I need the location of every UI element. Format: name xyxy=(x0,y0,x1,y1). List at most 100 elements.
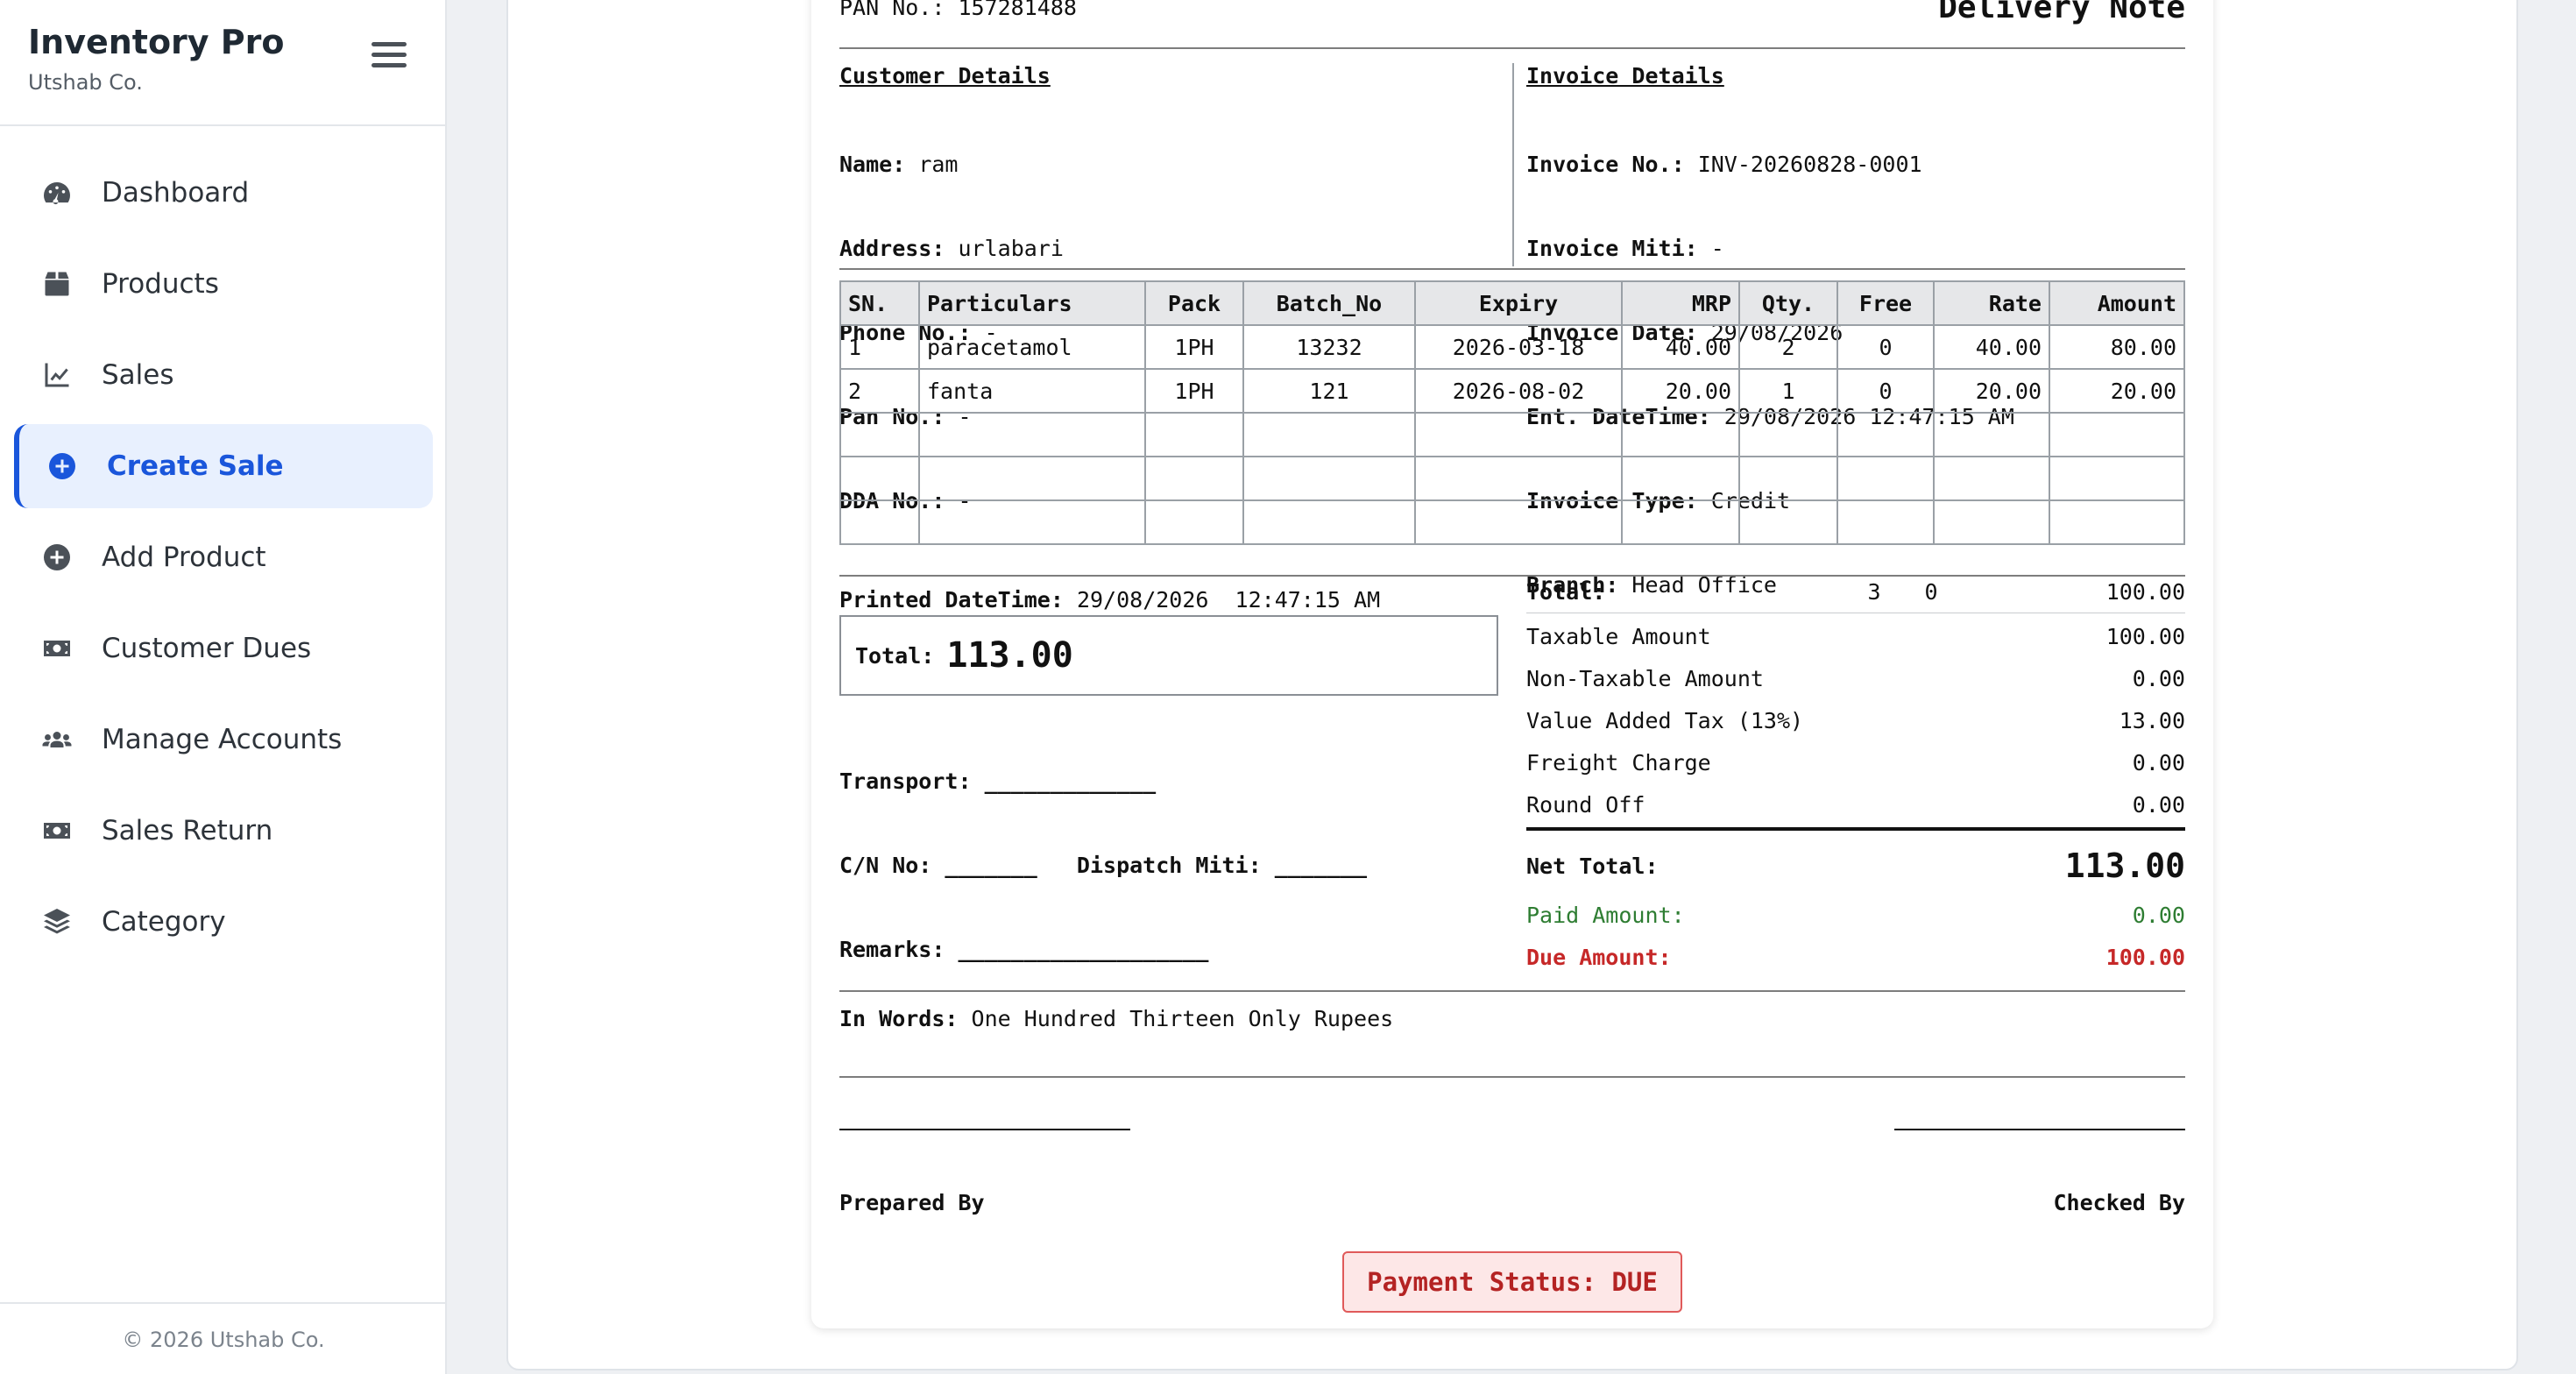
sidebar-item-label: Customer Dues xyxy=(102,633,312,664)
remarks-line: Remarks: ___________________ xyxy=(839,937,1209,962)
col-expiry: Expiry xyxy=(1414,280,1623,326)
menu-toggle-icon[interactable] xyxy=(372,42,407,74)
plus-circle-icon xyxy=(40,541,74,574)
sidebar-item-label: Dashboard xyxy=(102,177,250,209)
cell-sn: 2 xyxy=(839,368,920,414)
col-batch: Batch_No xyxy=(1242,280,1416,326)
sidebar-item-label: Category xyxy=(102,906,226,938)
cell-particulars: paracetamol xyxy=(918,324,1146,370)
net-total-value: 113.00 xyxy=(2064,846,2185,885)
delivery-note: PAN No.: 157281488 Delivery Note Custome… xyxy=(811,0,2213,1328)
chart-line-icon xyxy=(40,358,74,392)
col-rate: Rate xyxy=(1933,280,2050,326)
col-qty: Qty. xyxy=(1738,280,1838,326)
table-row-empty xyxy=(839,412,2185,457)
cell-batch: 121 xyxy=(1242,368,1416,414)
sidebar-item-label: Add Product xyxy=(102,542,266,573)
details-divider xyxy=(1512,63,1514,266)
summary-total-free: 0 xyxy=(1924,579,1938,605)
round-off-row: Round Off 0.00 xyxy=(1526,791,2185,818)
cn-dispatch-line: C/N No: _______ Dispatch Miti: _______ xyxy=(839,853,1368,878)
sidebar-item-label: Products xyxy=(102,268,219,300)
net-total-row: Net Total: 113.00 xyxy=(1526,846,2185,885)
money-icon xyxy=(40,814,74,847)
cell-amount: 20.00 xyxy=(2049,368,2185,414)
sidebar-item-customer-dues[interactable]: Customer Dues xyxy=(14,606,433,691)
col-particulars: Particulars xyxy=(918,280,1146,326)
brand-header: Inventory Pro Utshab Co. xyxy=(0,0,445,126)
prepared-by-label: Prepared By xyxy=(839,1190,985,1215)
transport-line: Transport: _____________ xyxy=(839,768,1157,794)
layers-icon xyxy=(40,905,74,938)
paid-amount-row: Paid Amount: 0.00 xyxy=(1526,902,2185,928)
customer-address: urlabari xyxy=(958,236,1064,261)
cell-rate: 40.00 xyxy=(1933,324,2050,370)
money-icon xyxy=(40,632,74,665)
table-row-empty xyxy=(839,456,2185,501)
payment-status-badge: Payment Status: DUE xyxy=(1342,1251,1682,1313)
prepared-signature-line xyxy=(839,1129,1130,1130)
cell-mrp: 20.00 xyxy=(1621,368,1740,414)
table-row: 2 fanta 1PH 121 2026-08-02 20.00 1 0 20.… xyxy=(839,368,2185,414)
col-amount: Amount xyxy=(2049,280,2185,326)
taxable-row: Taxable Amount 100.00 xyxy=(1526,623,2185,649)
sidebar-item-products[interactable]: Products xyxy=(14,242,433,326)
grand-total-label: Total: xyxy=(855,642,935,669)
app-title: Inventory Pro xyxy=(28,23,285,61)
cell-rate: 20.00 xyxy=(1933,368,2050,414)
col-mrp: MRP xyxy=(1621,280,1740,326)
sidebar-item-dashboard[interactable]: Dashboard xyxy=(14,151,433,235)
col-sn: SN. xyxy=(839,280,920,326)
users-icon xyxy=(40,723,74,756)
invoice-number: INV-20260828-0001 xyxy=(1697,152,1922,177)
sidebar-footer: © 2026 Utshab Co. xyxy=(0,1302,447,1374)
table-row-empty xyxy=(839,499,2185,545)
summary-total-row: Total: 3 0 100.00 xyxy=(1526,571,2185,613)
cell-free: 0 xyxy=(1836,368,1935,414)
net-total-divider xyxy=(1526,827,2185,831)
cell-qty: 1 xyxy=(1738,368,1838,414)
cell-amount: 80.00 xyxy=(2049,324,2185,370)
col-pack: Pack xyxy=(1144,280,1244,326)
sidebar-item-category[interactable]: Category xyxy=(14,880,433,964)
sidebar-item-label: Sales xyxy=(102,359,174,391)
customer-name: ram xyxy=(918,152,959,177)
sidebar: Inventory Pro Utshab Co. Dashboard Produ… xyxy=(0,0,447,1374)
cell-particulars: fanta xyxy=(918,368,1146,414)
sidebar-item-sales[interactable]: Sales xyxy=(14,333,433,417)
box-icon xyxy=(40,267,74,301)
cell-free: 0 xyxy=(1836,324,1935,370)
invoice-miti: - xyxy=(1710,236,1724,261)
summary-total-qty: 3 xyxy=(1867,579,1881,605)
table-header-row: SN. Particulars Pack Batch_No Expiry MRP… xyxy=(839,280,2185,326)
sidebar-item-create-sale[interactable]: Create Sale xyxy=(14,424,433,508)
customer-details-heading: Customer Details xyxy=(839,63,1051,89)
amount-in-words: In Words: One Hundred Thirteen Only Rupe… xyxy=(839,1006,1394,1031)
col-free: Free xyxy=(1836,280,1935,326)
sidebar-item-sales-return[interactable]: Sales Return xyxy=(14,789,433,873)
cell-expiry: 2026-08-02 xyxy=(1414,368,1623,414)
items-table: SN. Particulars Pack Batch_No Expiry MRP… xyxy=(839,280,2185,545)
cell-batch: 13232 xyxy=(1242,324,1416,370)
company-name: Utshab Co. xyxy=(28,70,143,95)
plus-circle-icon xyxy=(46,450,79,483)
grand-total-box: Total: 113.00 xyxy=(839,615,1498,696)
document-title: Delivery Note xyxy=(1938,0,2185,25)
sidebar-item-manage-accounts[interactable]: Manage Accounts xyxy=(14,698,433,782)
cell-qty: 2 xyxy=(1738,324,1838,370)
cell-pack: 1PH xyxy=(1144,324,1244,370)
grand-total-value: 113.00 xyxy=(946,635,1073,676)
company-pan: PAN No.: 157281488 xyxy=(839,0,1077,20)
cell-expiry: 2026-03-18 xyxy=(1414,324,1623,370)
sidebar-nav: Dashboard Products Sales Create Sale Add… xyxy=(14,151,433,971)
cell-pack: 1PH xyxy=(1144,368,1244,414)
freight-row: Freight Charge 0.00 xyxy=(1526,749,2185,776)
table-row: 1 paracetamol 1PH 13232 2026-03-18 40.00… xyxy=(839,324,2185,370)
cell-sn: 1 xyxy=(839,324,920,370)
sidebar-item-label: Manage Accounts xyxy=(102,724,343,755)
sidebar-item-add-product[interactable]: Add Product xyxy=(14,515,433,599)
checked-signature-line xyxy=(1894,1129,2185,1130)
printed-datetime: Printed DateTime: 29/08/2026 12:47:15 AM xyxy=(839,587,1381,613)
sidebar-item-label: Sales Return xyxy=(102,815,273,846)
vat-row: Value Added Tax (13%) 13.00 xyxy=(1526,707,2185,733)
